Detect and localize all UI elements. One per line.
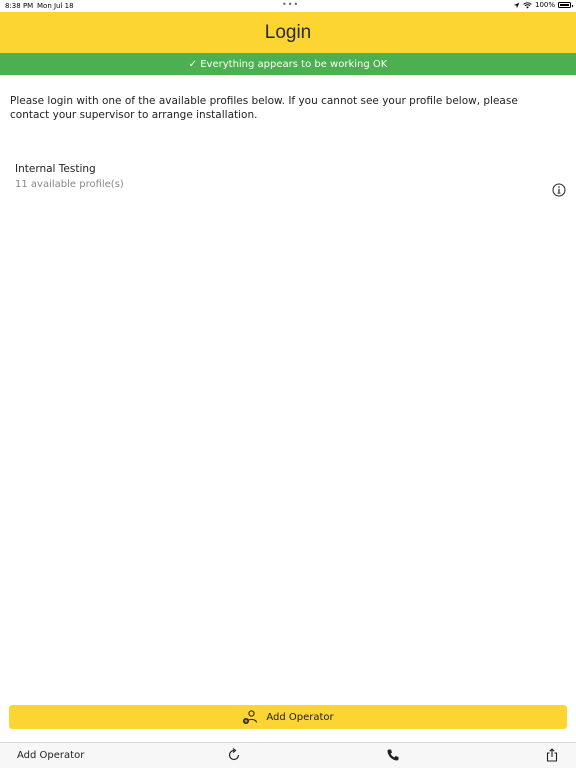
info-icon[interactable] [552,183,566,197]
profile-list-item[interactable]: Internal Testing 11 available profile(s) [0,160,576,204]
battery-percent: 100% [534,1,555,9]
refresh-icon[interactable] [227,748,241,762]
header-bar: Login [0,12,576,53]
location-icon [513,2,520,8]
page-title: Login [264,21,312,43]
add-person-icon [243,710,258,724]
multitasking-dots-icon[interactable]: ••• [282,0,299,9]
toolbar-add-operator[interactable]: Add Operator [17,750,84,761]
status-banner: ✓ Everything appears to be working OK [0,53,576,75]
status-right: 100% [513,1,573,9]
add-operator-label: Add Operator [266,711,334,723]
status-bar: 8:38 PM Mon Jul 18 ••• 100% [0,0,576,12]
phone-icon[interactable] [386,748,400,762]
add-operator-button[interactable]: Add Operator [9,705,567,729]
bottom-toolbar: Add Operator [0,742,576,768]
status-date: Mon Jul 18 [37,2,74,10]
profile-name: Internal Testing [15,163,96,175]
status-banner-text: ✓ Everything appears to be working OK [188,58,388,70]
profile-count: 11 available profile(s) [15,179,124,190]
share-icon[interactable] [545,748,559,762]
wifi-icon [523,1,532,8]
status-time: 8:38 PM [5,2,34,10]
intro-text: Please login with one of the available p… [10,95,518,121]
battery-icon [558,2,573,8]
